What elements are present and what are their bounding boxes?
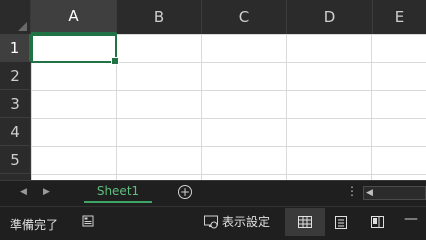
active-cell-selection[interactable] bbox=[31, 34, 119, 65]
display-settings-button[interactable]: 表示設定 bbox=[204, 213, 270, 230]
row-header-4[interactable]: 4 bbox=[0, 118, 31, 146]
column-header-b[interactable]: B bbox=[117, 0, 202, 34]
display-settings-icon bbox=[204, 215, 218, 228]
triangle-right-icon[interactable]: ▶ bbox=[43, 187, 50, 197]
grid-view-icon bbox=[298, 216, 312, 228]
column-header-bar: A B C D E bbox=[0, 0, 426, 34]
status-bar: 準備完了 表示設定 — bbox=[0, 206, 426, 240]
sheet-tab-bar: ◀ ▶ Sheet1 + ⋮ ◀ bbox=[0, 180, 426, 206]
page-break-preview-button[interactable] bbox=[357, 208, 397, 236]
page-break-preview-icon bbox=[370, 216, 384, 228]
column-header-a[interactable]: A bbox=[31, 0, 117, 34]
normal-view-button[interactable] bbox=[285, 208, 325, 236]
sheet-tab-sheet1[interactable]: Sheet1 bbox=[84, 181, 152, 203]
plus-circle-icon[interactable]: + bbox=[178, 185, 192, 199]
select-all-triangle-icon bbox=[18, 22, 27, 31]
row-header-bar: 1 2 3 4 5 bbox=[0, 34, 31, 180]
vertical-dots-icon[interactable]: ⋮ bbox=[346, 184, 358, 198]
row-header-2[interactable]: 2 bbox=[0, 62, 31, 90]
display-settings-label: 表示設定 bbox=[222, 215, 271, 229]
column-header-e[interactable]: E bbox=[373, 0, 426, 34]
row-header-5[interactable]: 5 bbox=[0, 146, 31, 174]
triangle-left-icon[interactable]: ◀ bbox=[20, 187, 27, 197]
page-layout-icon bbox=[335, 215, 347, 229]
minus-icon[interactable]: — bbox=[404, 211, 418, 227]
scroll-left-icon[interactable]: ◀ bbox=[366, 188, 373, 198]
accessibility-icon[interactable] bbox=[82, 215, 94, 227]
page-layout-view-button[interactable] bbox=[321, 208, 361, 236]
fill-handle[interactable] bbox=[111, 57, 119, 65]
row-header-3[interactable]: 3 bbox=[0, 90, 31, 118]
ready-status-label: 準備完了 bbox=[10, 218, 59, 232]
column-header-c[interactable]: C bbox=[202, 0, 287, 34]
horizontal-scrollbar[interactable]: ◀ bbox=[363, 186, 426, 200]
column-header-d[interactable]: D bbox=[287, 0, 373, 34]
row-header-1[interactable]: 1 bbox=[0, 34, 31, 62]
select-all-button[interactable] bbox=[0, 0, 31, 34]
